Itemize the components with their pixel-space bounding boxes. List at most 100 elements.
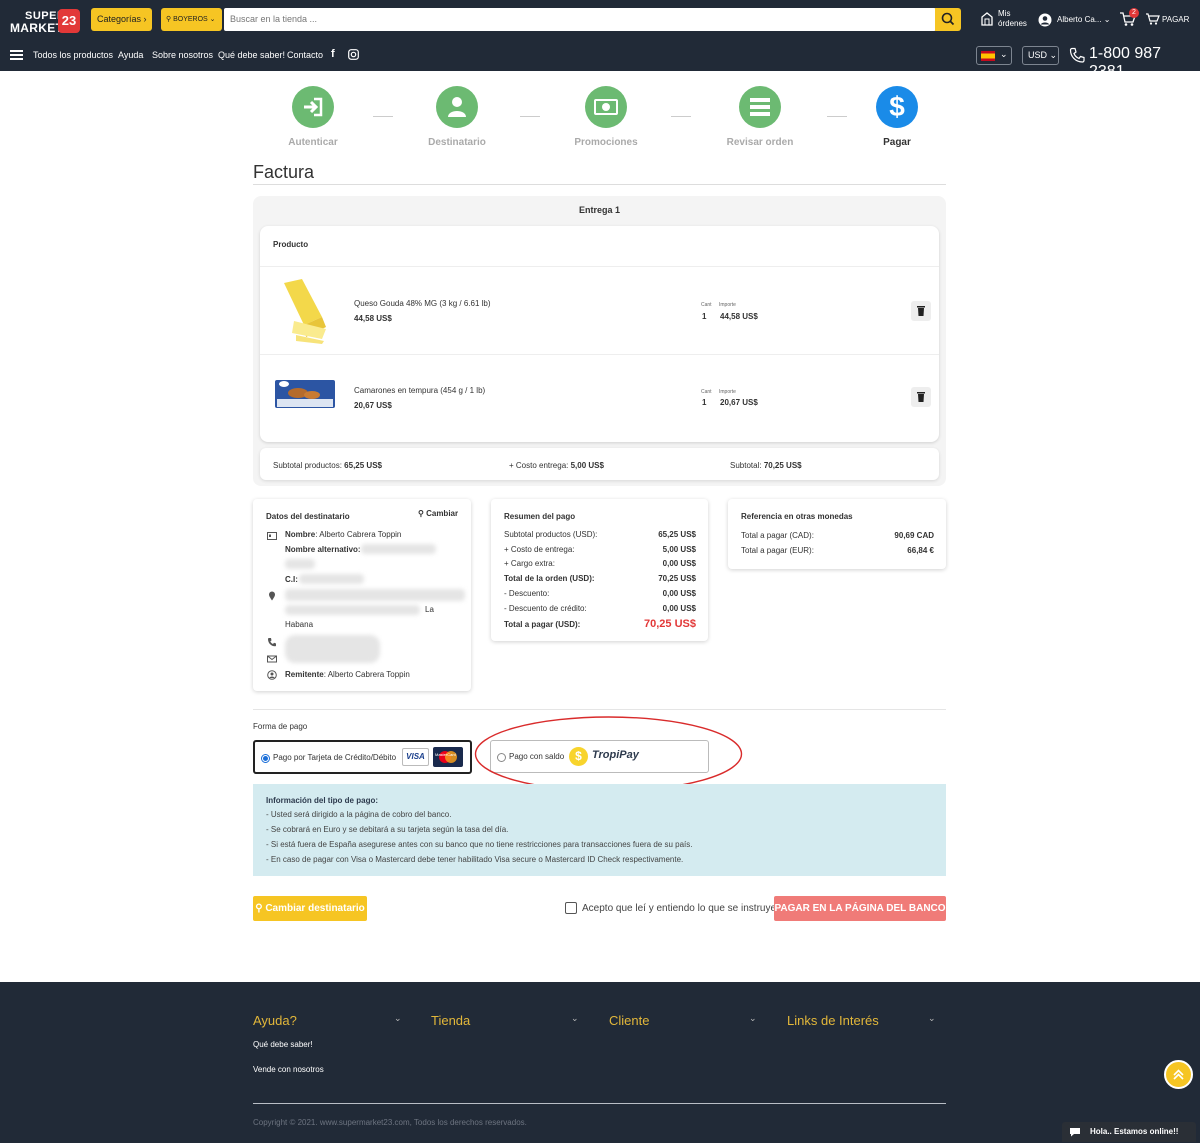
cart-count-badge: 2	[1129, 8, 1139, 18]
user-menu[interactable]: Alberto Ca... ⌄	[1057, 15, 1110, 24]
subtotal-products: Subtotal productos: 65,25 US$	[273, 461, 382, 470]
redacted-value	[285, 559, 315, 569]
footer-divider	[253, 1103, 946, 1104]
phone-number[interactable]: 1-800 987 2381	[1089, 45, 1200, 81]
ci-label: C.I:	[285, 575, 298, 584]
orders-icon	[981, 12, 993, 26]
info-line: - Si está fuera de España asegurese ante…	[266, 840, 693, 849]
categories-label: Categorías	[97, 14, 142, 24]
step-label: Revisar orden	[726, 137, 794, 148]
facebook-icon[interactable]: f	[331, 48, 335, 60]
product-column-header: Producto	[273, 240, 309, 249]
delete-button[interactable]	[911, 387, 931, 407]
location-pin-icon: ⚲	[418, 509, 424, 518]
summary-row-label: - Descuento de crédito:	[504, 603, 587, 613]
qty-value: 1	[702, 312, 707, 321]
footer-link[interactable]: Qué debe saber!	[253, 1040, 313, 1049]
nav-help[interactable]: Ayuda	[118, 50, 143, 60]
instagram-icon[interactable]	[348, 49, 359, 60]
payment-option-card[interactable]: Pago por Tarjeta de Crédito/Débito VISA …	[253, 740, 472, 774]
currency-row-label: Total a pagar (EUR):	[741, 546, 814, 555]
user-name: Alberto Ca...	[1057, 15, 1102, 24]
payment-summary-card: Resumen del pago Total a pagar (USD): 70…	[491, 499, 708, 641]
ci-label-text: C.I	[285, 575, 296, 584]
summary-row-label: Subtotal productos (USD):	[504, 530, 598, 539]
footer-col-store[interactable]: Tienda	[431, 1013, 470, 1028]
accept-checkbox[interactable]	[565, 902, 577, 914]
currency-row-label: Total a pagar (CAD):	[741, 531, 814, 540]
total-value: 70,25 US$	[763, 461, 802, 470]
city-prefix: La	[425, 605, 434, 614]
chevron-down-icon: ⌄	[394, 1013, 402, 1023]
orders-line2: órdenes	[998, 19, 1027, 28]
summary-row-value: 5,00 US$	[662, 544, 696, 554]
currency-selector[interactable]: USD ⌄	[1022, 46, 1059, 65]
step-pay: $ Pagar	[842, 86, 952, 148]
summary-row-value: 0,00 US$	[662, 603, 696, 613]
summary-row-label: - Descuento:	[504, 588, 550, 598]
alt-name: Nombre alternativo:	[285, 545, 361, 554]
qty-value: 1	[702, 398, 707, 407]
phone-icon	[268, 638, 276, 647]
change-recipient-button[interactable]: ⚲ Cambiar destinatario	[253, 896, 367, 921]
logo-text-bottom: MARKET	[10, 21, 64, 35]
footer-col-links[interactable]: Links de Interés	[787, 1013, 879, 1028]
footer-link[interactable]: Vende con nosotros	[253, 1065, 324, 1074]
step-divider	[373, 116, 393, 117]
summary-row-label: + Costo de entrega:	[504, 544, 575, 554]
nav-contact[interactable]: Contacto	[287, 50, 323, 60]
scroll-top-button[interactable]	[1164, 1060, 1193, 1089]
logo[interactable]: SUPER MARKET 23	[10, 7, 80, 35]
delete-button[interactable]	[911, 301, 931, 321]
change-recipient-label: Cambiar destinatario	[265, 903, 365, 914]
step-label: Pagar	[883, 137, 911, 148]
product-name: Camarones en tempura (454 g / 1 lb)	[354, 386, 486, 395]
nav-what-to-know[interactable]: Qué debe saber!	[218, 50, 285, 60]
sender-label: Remitente	[285, 670, 324, 679]
recipient-title: Datos del destinatario	[266, 512, 350, 521]
step-label: Autenticar	[288, 137, 338, 148]
currencies-title: Referencia en otras monedas	[741, 512, 853, 521]
chat-label: Hola.. Estamos online!!	[1090, 1127, 1179, 1136]
step-review-order: Revisar orden	[705, 86, 815, 148]
currency-label: USD	[1028, 50, 1048, 60]
location-pin-icon: ⚲	[255, 903, 263, 914]
chevron-right-icon: ›	[143, 14, 147, 24]
recipient-card: Datos del destinatario ⚲ Cambiar Nombre:…	[253, 499, 471, 691]
search-input[interactable]: Buscar en la tienda ...	[224, 8, 936, 31]
hamburger-menu-icon[interactable]	[10, 49, 23, 61]
change-recipient-link[interactable]: ⚲ Cambiar	[418, 509, 458, 518]
chevron-down-icon: ⌄	[1000, 49, 1008, 59]
language-selector[interactable]: ⌄	[976, 46, 1012, 65]
nav-all-products[interactable]: Todos los productos	[33, 50, 113, 60]
payment-info-box: Información del tipo de pago: - Usted se…	[253, 784, 946, 876]
name-value: Alberto Cabrera Toppin	[319, 530, 402, 539]
city: Habana	[285, 620, 314, 629]
footer-col-client[interactable]: Cliente	[609, 1013, 649, 1028]
page-title: Factura	[253, 162, 315, 182]
my-orders-link[interactable]: Mis órdenes	[998, 9, 1027, 29]
pay-link[interactable]: PAGAR	[1162, 15, 1189, 24]
search-button[interactable]	[935, 8, 961, 31]
categories-button[interactable]: Categorías ›	[91, 8, 152, 31]
pay-bank-button[interactable]: PAGAR EN LA PÁGINA DEL BANCO	[774, 896, 946, 921]
delivery-label: + Costo entrega:	[509, 461, 569, 470]
delivery-cost: + Costo entrega: 5,00 US$	[509, 461, 604, 470]
spain-flag-icon	[981, 51, 995, 61]
chat-widget[interactable]: Hola.. Estamos online!!	[1062, 1122, 1196, 1142]
phone-icon	[1069, 47, 1085, 63]
chevron-down-icon: ⌄	[749, 1013, 757, 1023]
chevron-down-icon: ⌄	[209, 16, 216, 23]
nav-about[interactable]: Sobre nosotros	[152, 50, 213, 60]
summary-title: Resumen del pago	[504, 512, 576, 521]
footer-col-help[interactable]: Ayuda?	[253, 1013, 297, 1028]
summary-row-label: + Cargo extra:	[504, 559, 555, 569]
qty-label: Cant	[701, 302, 712, 308]
product-price: 20,67 US$	[354, 401, 392, 410]
location-button[interactable]: ⚲ BOYEROS ⌄	[161, 8, 222, 31]
info-line: - Usted será dirigido a la página de cob…	[266, 810, 452, 819]
delivery-panel: Entrega 1 Producto Queso Gouda 48% MG (3…	[253, 196, 946, 486]
step-recipient: Destinatario	[402, 86, 512, 148]
card-radio[interactable]	[261, 754, 270, 763]
delivery-header: Entrega 1	[578, 205, 620, 215]
